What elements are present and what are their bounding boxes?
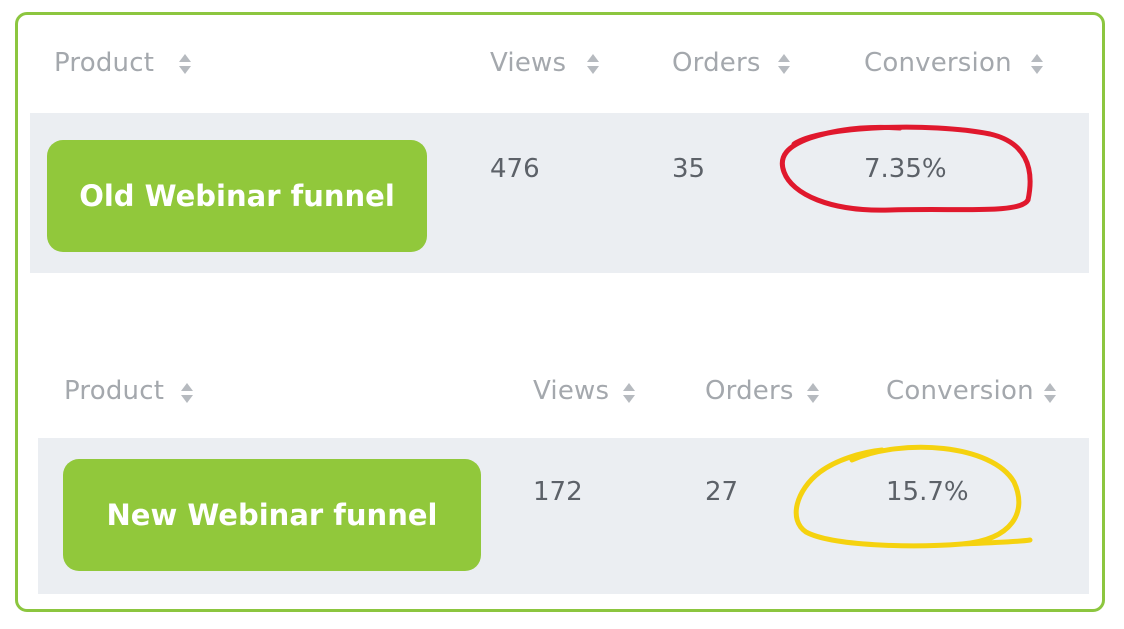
sort-arrows-icon[interactable]	[1031, 53, 1043, 75]
header-conversion[interactable]: Conversion	[886, 376, 1034, 406]
orders-value: 27	[705, 477, 739, 507]
header-views[interactable]: Views	[533, 376, 609, 406]
header-views[interactable]: Views	[490, 48, 566, 78]
header-orders[interactable]: Orders	[705, 376, 794, 406]
orders-value: 35	[672, 154, 706, 184]
sort-arrows-icon[interactable]	[1044, 382, 1056, 404]
views-value: 172	[533, 477, 583, 507]
header-product[interactable]: Product	[64, 376, 164, 406]
sort-arrows-icon[interactable]	[807, 382, 819, 404]
sort-arrows-icon[interactable]	[179, 53, 191, 75]
views-value: 476	[490, 154, 540, 184]
sort-arrows-icon[interactable]	[587, 53, 599, 75]
conversion-value: 15.7%	[886, 477, 969, 507]
header-product[interactable]: Product	[54, 48, 154, 78]
sort-arrows-icon[interactable]	[623, 382, 635, 404]
conversion-value: 7.35%	[864, 154, 947, 184]
header-conversion[interactable]: Conversion	[864, 48, 1012, 78]
sort-arrows-icon[interactable]	[778, 53, 790, 75]
header-orders[interactable]: Orders	[672, 48, 761, 78]
product-button-old[interactable]: Old Webinar funnel	[47, 140, 427, 252]
product-button-new[interactable]: New Webinar funnel	[63, 459, 481, 571]
sort-arrows-icon[interactable]	[181, 382, 193, 404]
